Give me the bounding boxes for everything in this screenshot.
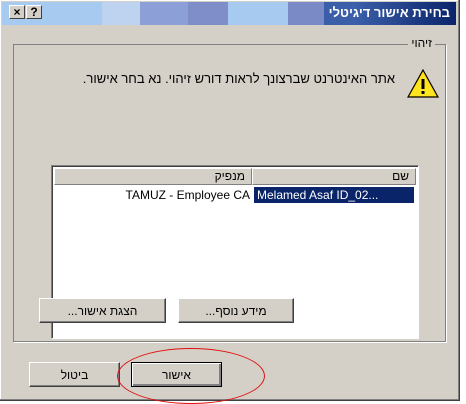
column-header-issuer[interactable]: מנפיק xyxy=(54,168,252,185)
more-info-button[interactable]: מידע נוסף... xyxy=(178,298,294,323)
identity-groupbox: זיהוי אתר האינטרנט שברצונך לראות דורש זי… xyxy=(13,36,446,342)
help-icon: ? xyxy=(30,5,38,19)
certificate-list-header: שם מנפיק xyxy=(54,168,416,185)
cancel-button[interactable]: ביטול xyxy=(29,362,120,387)
close-button[interactable]: × xyxy=(9,5,25,19)
view-certificate-button[interactable]: הצגת אישור... xyxy=(39,298,166,323)
close-icon: × xyxy=(13,5,21,19)
column-header-name[interactable]: שם xyxy=(252,168,416,185)
title-bar-gradient-blocks xyxy=(62,2,352,25)
certificate-name-cell[interactable]: Melamed Asaf ID_02... xyxy=(254,187,414,203)
ok-button[interactable]: אישור xyxy=(131,362,222,387)
title-bar[interactable]: × ? בחירת אישור דיגיטלי xyxy=(2,2,456,25)
identity-group-label: זיהוי xyxy=(408,36,435,50)
certificate-issuer-cell: TAMUZ - Employee CA xyxy=(125,188,250,202)
window-title: בחירת אישור דיגיטלי xyxy=(328,5,450,20)
help-button[interactable]: ? xyxy=(26,5,42,19)
identity-message: אתר האינטרנט שברצונך לראות דורש זיהוי. נ… xyxy=(82,71,395,86)
certificate-dialog: × ? בחירת אישור דיגיטלי זיהוי אתר האינטר… xyxy=(0,0,460,401)
warning-icon xyxy=(407,69,439,98)
certificate-row[interactable]: Melamed Asaf ID_02... TAMUZ - Employee C… xyxy=(54,187,416,203)
